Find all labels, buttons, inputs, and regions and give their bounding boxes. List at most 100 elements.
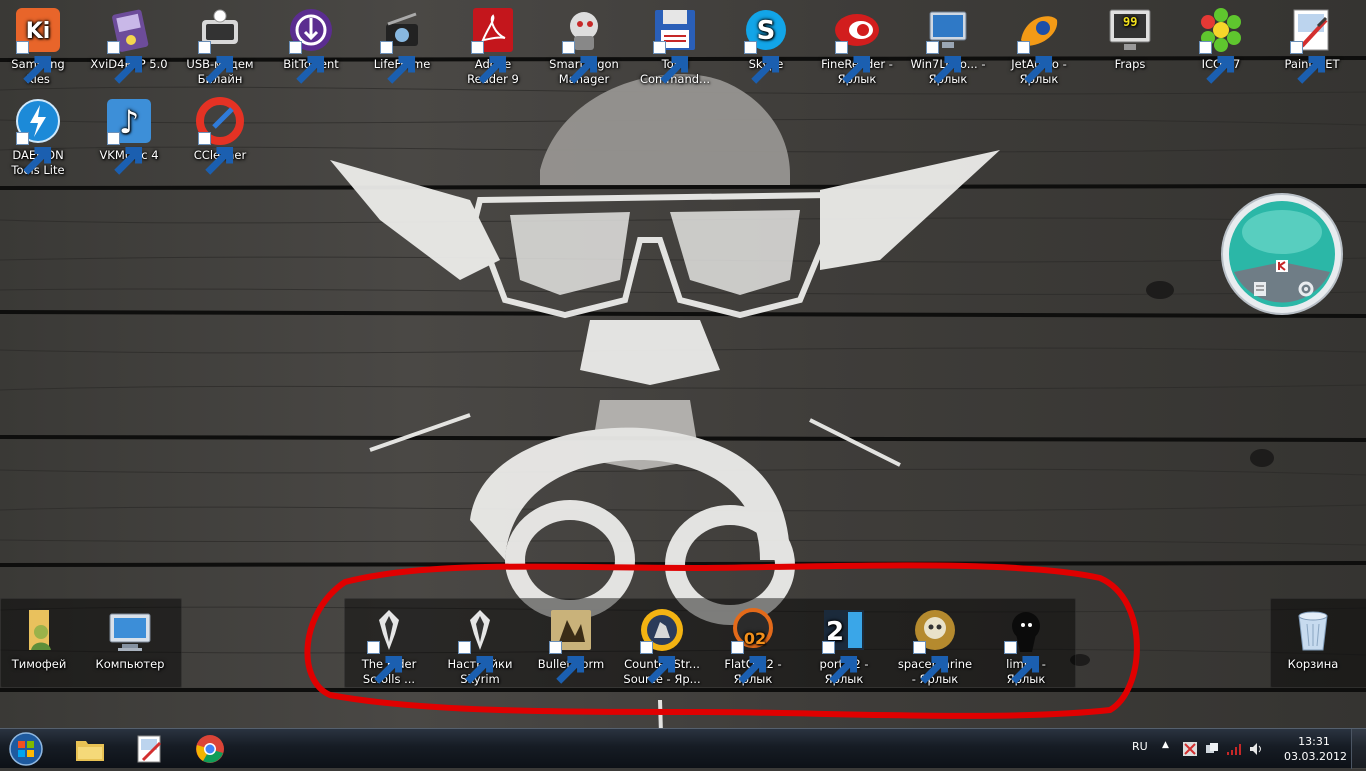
limbo-icon xyxy=(1002,606,1050,684)
taskbar-paint-net-button[interactable] xyxy=(122,731,178,767)
taskbar-explorer-button[interactable] xyxy=(62,731,118,767)
xvid4psp-icon xyxy=(105,6,153,84)
clock-time: 13:31 xyxy=(1298,735,1330,748)
flatout2-icon: 02 xyxy=(729,606,777,684)
shortcut-arrow-icon xyxy=(1290,41,1326,84)
spacemarine-icon xyxy=(911,606,959,684)
shortcut-arrow-icon xyxy=(367,641,403,684)
desktop-icon-daemon-tools[interactable]: DAEMON Tools Lite xyxy=(0,97,78,178)
desktop-icon-portal2[interactable]: 2 portal2 - Ярлык xyxy=(804,606,884,687)
desktop-icon-total-commander[interactable]: Total Command... xyxy=(635,6,715,87)
shortcut-arrow-icon xyxy=(1004,641,1040,684)
desktop-icon-recycle-bin[interactable]: Корзина xyxy=(1273,606,1353,672)
desktop-icon-paint-net[interactable]: Paint.NET xyxy=(1272,6,1352,84)
desktop-icon-label: Корзина xyxy=(1287,657,1339,671)
language-indicator[interactable]: RU xyxy=(1132,740,1148,753)
icq-icon xyxy=(1197,6,1245,84)
user-folder-icon xyxy=(15,606,63,654)
shortcut-arrow-icon xyxy=(822,641,858,684)
desktop-icon-adobe-reader[interactable]: Adobe Reader 9 xyxy=(453,6,533,87)
kaspersky-tray-icon[interactable] xyxy=(1182,741,1198,757)
desktop-icon-fraps[interactable]: 99 Fraps xyxy=(1090,6,1170,72)
shortcut-arrow-icon xyxy=(1199,41,1235,84)
kaspersky-gadget[interactable] xyxy=(1220,192,1344,316)
shortcut-arrow-icon xyxy=(16,41,52,84)
shortcut-arrow-icon xyxy=(380,41,416,84)
taskbar: RU ▲ 13:31 03.03.2012 xyxy=(0,728,1366,769)
shortcut-arrow-icon xyxy=(926,41,962,84)
skype-icon: S xyxy=(742,6,790,84)
shortcut-arrow-icon xyxy=(289,41,325,84)
desktop-icon-spacemarine[interactable]: spacemarine - Ярлык xyxy=(895,606,975,687)
desktop-icon-icq[interactable]: ICQ7.7 xyxy=(1181,6,1261,84)
counter-strike-icon xyxy=(638,606,686,684)
show-hidden-icons-button[interactable]: ▲ xyxy=(1162,740,1169,750)
desktop-icon-skyrim[interactable]: The Elder Scrolls ... xyxy=(349,606,429,687)
win7logo-icon xyxy=(924,6,972,84)
desktop-icon-jetaudio[interactable]: JetAudio - Ярлык xyxy=(999,6,1079,87)
clock[interactable]: 13:31 03.03.2012 xyxy=(1284,734,1347,764)
volume-tray-icon[interactable] xyxy=(1248,741,1264,757)
desktop-icon-skype[interactable]: S Skype xyxy=(726,6,806,84)
signal-tray-icon[interactable] xyxy=(1226,741,1242,757)
desktop-icon-computer[interactable]: Компьютер xyxy=(90,606,170,672)
portal2-icon: 2 xyxy=(820,606,868,684)
shortcut-arrow-icon xyxy=(198,41,234,84)
shortcut-arrow-icon xyxy=(198,132,234,175)
skyrim-settings-icon xyxy=(456,606,504,684)
desktop-icon-lifeframe[interactable]: LifeFrame xyxy=(362,6,442,84)
shortcut-arrow-icon xyxy=(913,641,949,684)
network-tray-icon[interactable] xyxy=(1204,741,1220,757)
desktop-icon-label: Fraps xyxy=(1114,57,1146,71)
bittorrent-icon xyxy=(287,6,335,84)
lifeframe-icon xyxy=(378,6,426,84)
fraps-icon: 99 xyxy=(1106,6,1154,54)
desktop-icon-bulletstorm[interactable]: Bulletstorm xyxy=(531,606,611,684)
desktop-icon-flatout2[interactable]: 02 FlatOut2 - Ярлык xyxy=(713,606,793,687)
shortcut-arrow-icon xyxy=(835,41,871,84)
computer-icon xyxy=(106,606,154,654)
desktop-icon-usb-modem[interactable]: USB-модем Билайн xyxy=(180,6,260,87)
skyrim-icon xyxy=(365,606,413,684)
daemon-tools-icon xyxy=(14,97,62,175)
shortcut-arrow-icon xyxy=(471,41,507,84)
svg-text:Ki: Ki xyxy=(26,19,51,44)
recycle-bin-icon xyxy=(1289,606,1337,654)
desktop-icon-limbo[interactable]: limbo - Ярлык xyxy=(986,606,1066,687)
desktop-icon-label: Тимофей xyxy=(11,657,67,671)
samsung-kies-icon: Ki xyxy=(14,6,62,84)
paint-net-icon xyxy=(1288,6,1336,84)
jetaudio-icon xyxy=(1015,6,1063,84)
finereader-icon xyxy=(833,6,881,84)
shortcut-arrow-icon xyxy=(653,41,689,84)
desktop-icon-bittorrent[interactable]: BitTorrent xyxy=(271,6,351,84)
smartlogon-icon xyxy=(560,6,608,84)
show-desktop-button[interactable] xyxy=(1351,729,1366,769)
desktop-icon-ccleaner[interactable]: CCleaner xyxy=(180,97,260,175)
desktop-icon-xvid4psp[interactable]: XviD4PSP 5.0 xyxy=(89,6,169,84)
gadget-report-icon[interactable] xyxy=(1254,282,1266,296)
desktop-icon-label: Компьютер xyxy=(95,657,165,671)
chrome-icon xyxy=(196,735,224,763)
shortcut-arrow-icon xyxy=(107,41,143,84)
shortcut-arrow-icon xyxy=(549,641,585,684)
desktop-icon-counter-strike[interactable]: Counter-Str... Source - Яр... xyxy=(622,606,702,687)
desktop-icon-samsung-kies[interactable]: Ki Samsung Kies xyxy=(0,6,78,87)
adobe-reader-icon xyxy=(469,6,517,84)
desktop-icon-user-folder[interactable]: Тимофей xyxy=(0,606,79,672)
shortcut-arrow-icon xyxy=(16,132,52,175)
desktop-icon-finereader[interactable]: FineReader - Ярлык xyxy=(817,6,897,87)
desktop-icon-skyrim-settings[interactable]: Настройки Skyrim xyxy=(440,606,520,687)
paint-net-icon xyxy=(137,735,162,763)
start-button[interactable] xyxy=(6,731,46,767)
svg-text:99: 99 xyxy=(1123,15,1137,29)
shortcut-arrow-icon xyxy=(744,41,780,84)
system-tray: RU ▲ 13:31 03.03.2012 xyxy=(1106,729,1366,769)
desktop-icon-win7logo[interactable]: Win7Logo... - Ярлык xyxy=(908,6,988,87)
taskbar-chrome-button[interactable] xyxy=(182,731,238,767)
desktop-icon-smartlogon[interactable]: SmartLogon Manager xyxy=(544,6,624,87)
total-commander-icon xyxy=(651,6,699,84)
desktop-icon-vkmusic[interactable]: ♪ VKMusic 4 xyxy=(89,97,169,175)
clock-date: 03.03.2012 xyxy=(1284,750,1347,763)
vkmusic-icon: ♪ xyxy=(105,97,153,175)
